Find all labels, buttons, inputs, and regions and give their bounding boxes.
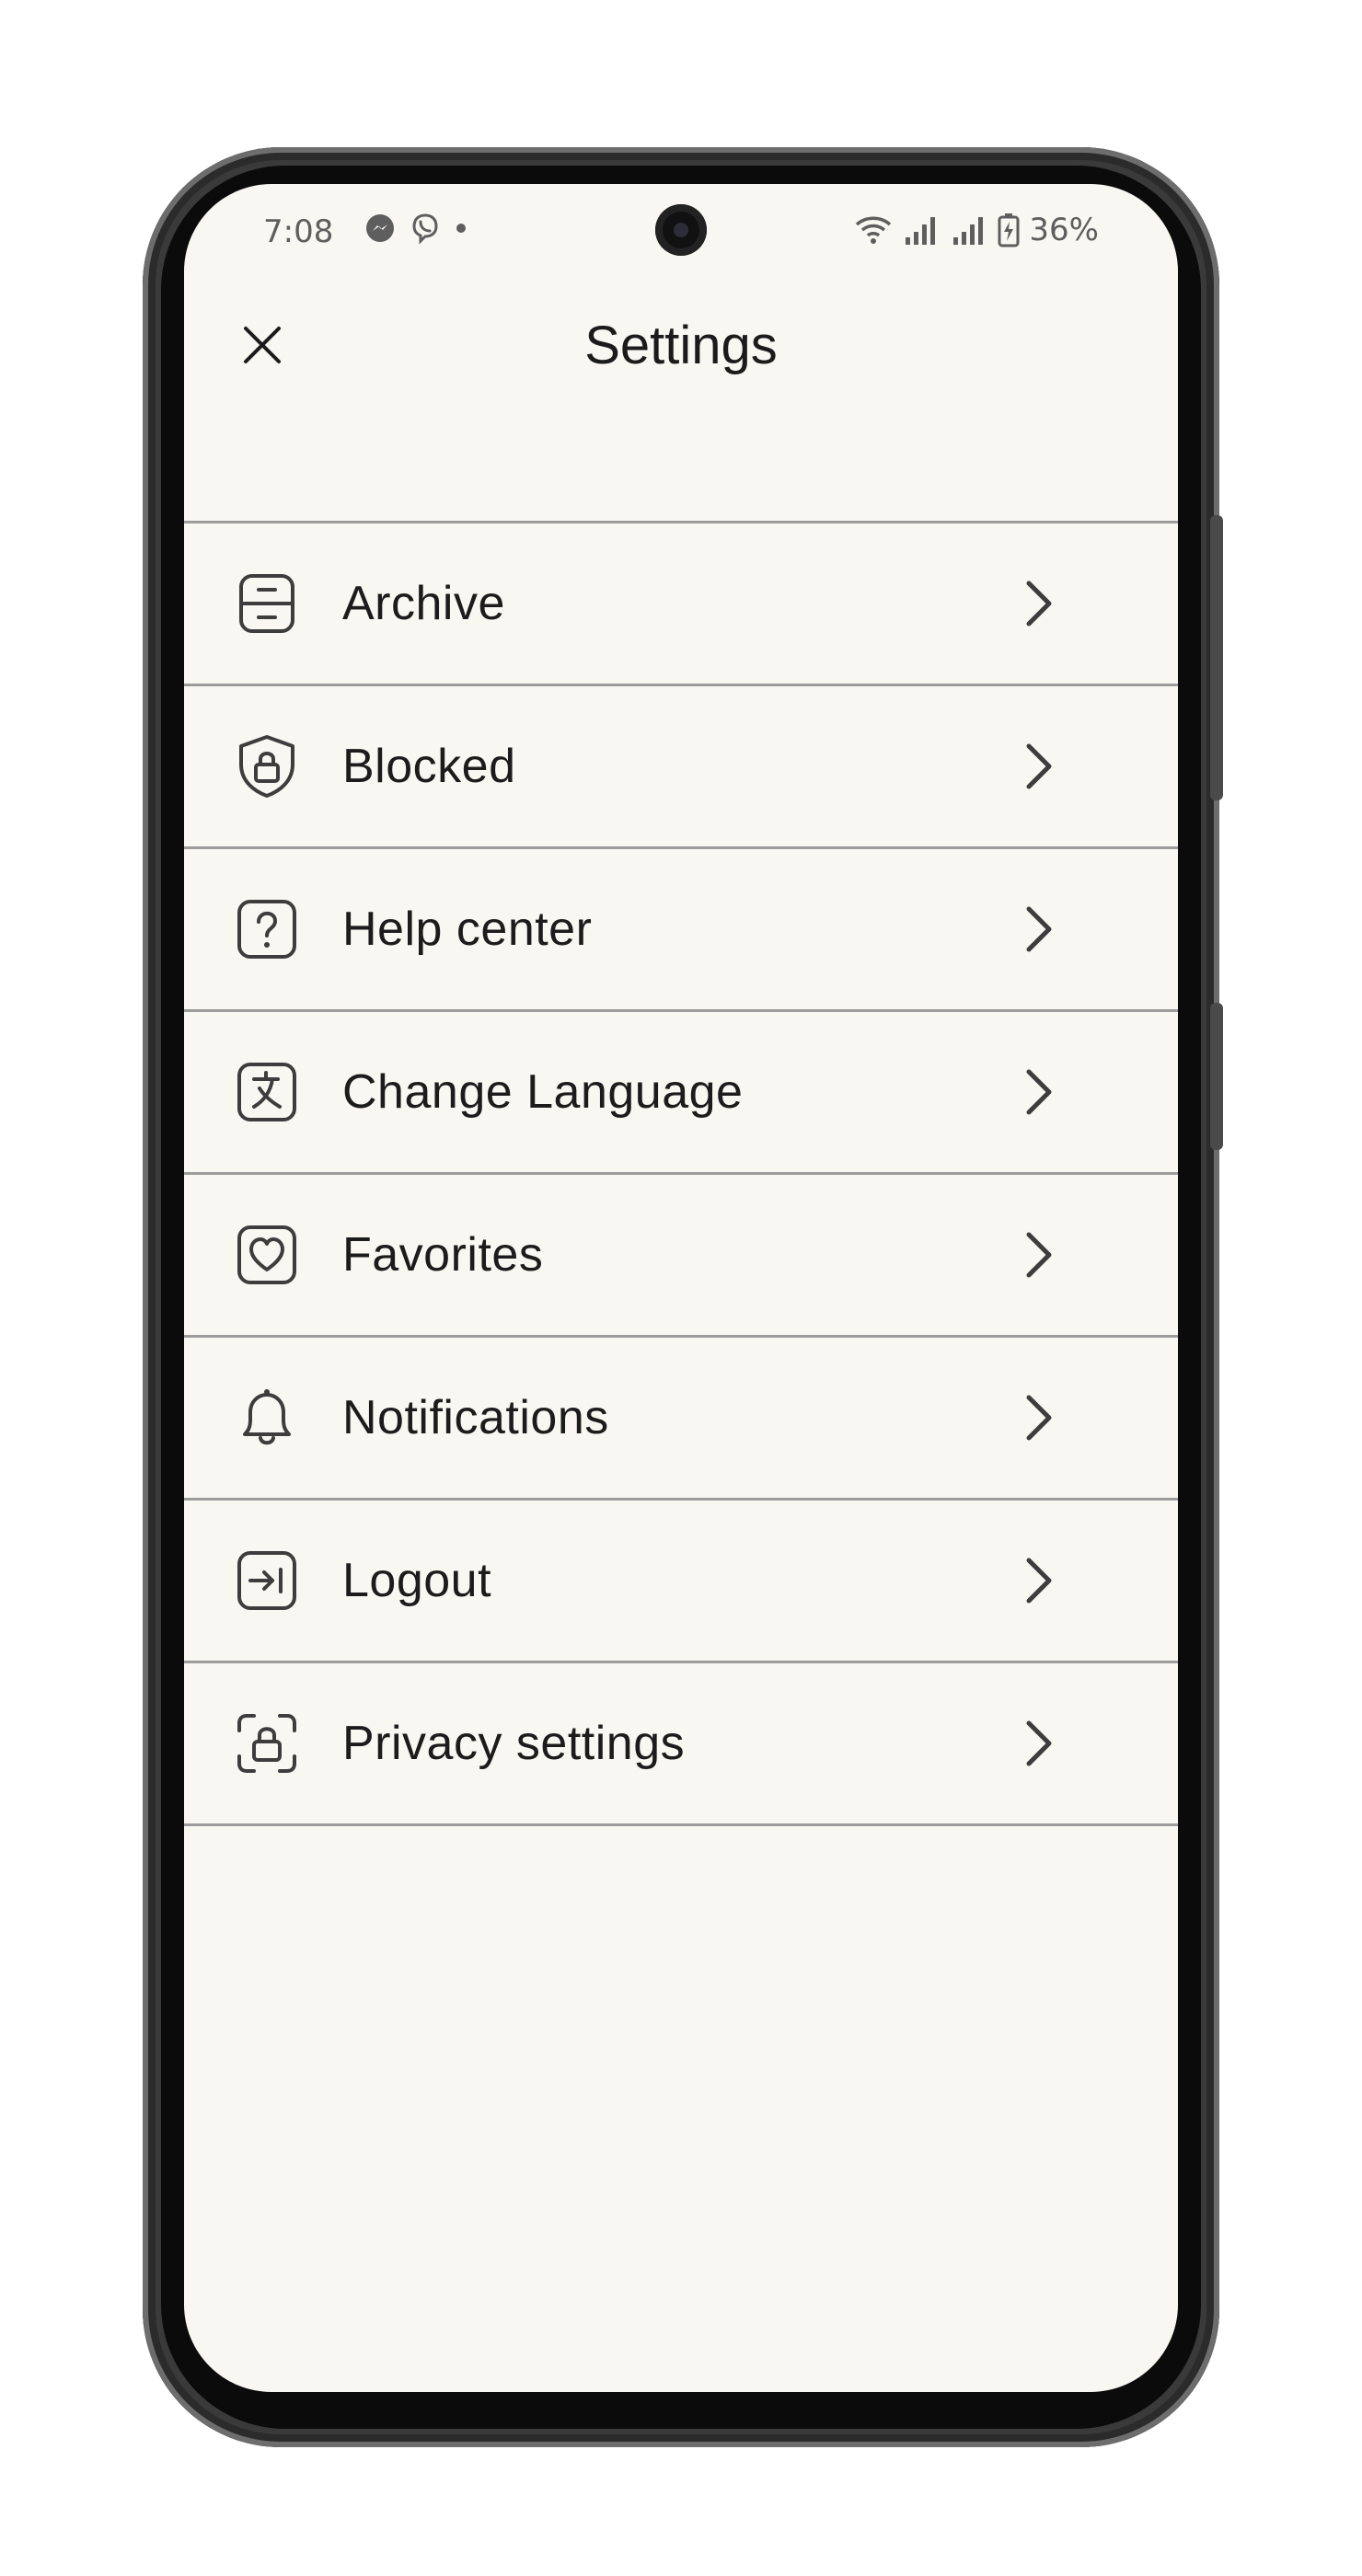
screen: 7:08 36% Settings Archive Blocked Help c… [184,184,1178,2392]
front-camera [655,204,707,256]
battery-charging-icon [998,213,1020,247]
settings-item-blocked[interactable]: Blocked [184,686,1178,849]
signal-icon [950,213,988,247]
settings-item-label: Archive [342,577,505,630]
battery-percent: 36% [1029,212,1099,248]
status-app-icons [364,212,467,245]
messenger-icon [364,213,396,244]
settings-item-archive[interactable]: Archive [184,523,1178,686]
signal-icon [902,213,941,247]
chevron-right-icon [1018,1716,1058,1771]
chevron-right-icon [1018,1553,1058,1608]
power-button [1210,1003,1223,1150]
chevron-right-icon [1018,739,1058,794]
wifi-icon [854,213,893,247]
settings-item-label: Blocked [342,740,516,793]
settings-item-privacy-settings[interactable]: Privacy settings [184,1663,1178,1826]
page-title: Settings [584,316,778,375]
chevron-right-icon [1018,1064,1058,1120]
settings-item-label: Logout [342,1554,492,1607]
top-app-bar: Settings [184,276,1178,400]
status-time: 7:08 [263,213,334,250]
chevron-right-icon [1018,1390,1058,1445]
bell-icon [234,1385,300,1451]
translate-icon [234,1059,300,1125]
settings-list: Archive Blocked Help center Change Langu… [184,521,1178,1826]
chevron-right-icon [1018,1227,1058,1282]
chevron-right-icon [1018,902,1058,957]
settings-item-label: Notifications [342,1391,609,1444]
heart-icon [234,1222,300,1288]
status-bar: 7:08 36% [184,184,1178,276]
settings-item-favorites[interactable]: Favorites [184,1175,1178,1338]
settings-item-label: Privacy settings [342,1717,686,1770]
settings-item-change-language[interactable]: Change Language [184,1012,1178,1175]
settings-item-help-center[interactable]: Help center [184,849,1178,1012]
status-right-icons: 36% [854,212,1099,248]
privacy-lock-icon [234,1710,300,1777]
settings-item-logout[interactable]: Logout [184,1501,1178,1663]
settings-item-notifications[interactable]: Notifications [184,1338,1178,1501]
archive-icon [234,570,300,637]
settings-item-label: Change Language [342,1065,744,1119]
volume-button [1210,515,1223,800]
viber-icon [409,212,442,245]
help-icon [234,896,300,962]
shield-lock-icon [234,733,300,799]
chevron-right-icon [1018,576,1058,631]
settings-item-label: Help center [342,903,593,956]
dot-icon [455,222,467,235]
settings-item-label: Favorites [342,1228,544,1282]
logout-icon [234,1547,300,1614]
